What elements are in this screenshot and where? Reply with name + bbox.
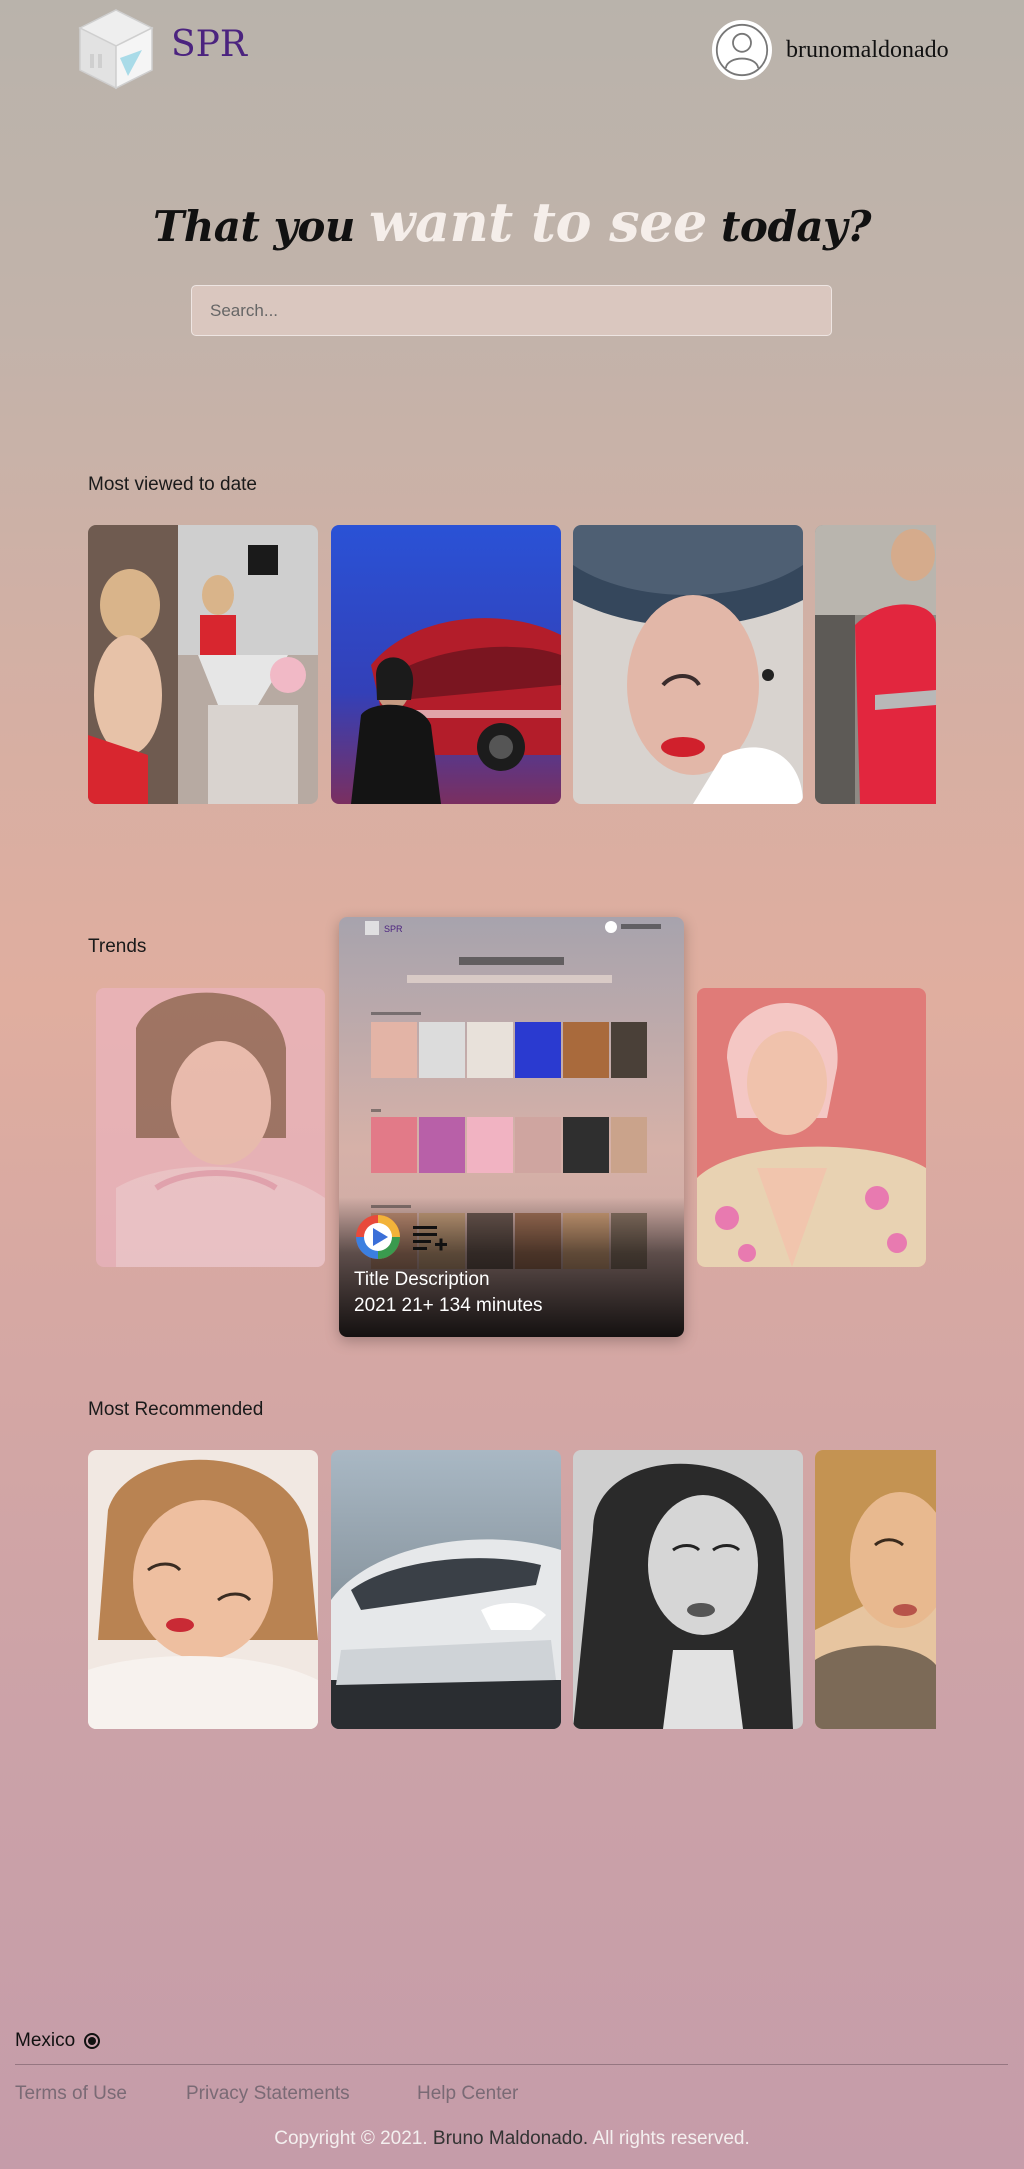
search-input[interactable] (191, 285, 832, 336)
poster-card[interactable] (573, 525, 803, 804)
poster-card[interactable] (697, 988, 926, 1267)
hero-title-start: That you (152, 202, 355, 251)
add-to-list-icon[interactable] (411, 1221, 449, 1255)
country-selector[interactable]: Mexico (15, 2030, 101, 2052)
cube-logo-icon[interactable] (76, 6, 156, 92)
poster-card[interactable] (331, 1450, 561, 1729)
user-avatar-icon[interactable] (712, 20, 772, 80)
preview-meta: 2021 21+ 134 minutes (354, 1295, 543, 1316)
country-label[interactable]: Mexico (15, 2030, 75, 2052)
privacy-link[interactable]: Privacy Statements (186, 2083, 350, 2105)
section-title-most-viewed: Most viewed to date (88, 474, 257, 495)
poster-card[interactable] (96, 988, 325, 1267)
copyright-owner: Bruno Maldonado. (432, 2128, 589, 2149)
copyright: Copyright © 2021. Bruno Maldonado. All r… (0, 2128, 1024, 2150)
svg-text:SPR: SPR (384, 924, 403, 934)
footer-divider (15, 2064, 1008, 2065)
username[interactable]: brunomaldonado (786, 37, 949, 64)
copyright-suffix: All rights reserved. (592, 2128, 750, 2149)
preview-title: Title Description (354, 1269, 490, 1290)
terms-link[interactable]: Terms of Use (15, 2083, 127, 2105)
poster-card[interactable] (331, 525, 561, 804)
brand-name[interactable]: SPR (171, 24, 247, 65)
profile[interactable]: brunomaldonado (712, 20, 949, 80)
poster-card[interactable] (815, 525, 936, 804)
section-title-trends: Trends (88, 936, 147, 957)
hero-title: That you want to see today? (0, 190, 1024, 254)
section-title-most-recommended: Most Recommended (88, 1399, 264, 1420)
hero-title-highlight: want to see (369, 190, 707, 254)
poster-card[interactable] (815, 1450, 936, 1729)
hero-title-end: today? (721, 202, 872, 251)
poster-card[interactable] (88, 1450, 318, 1729)
poster-card[interactable] (573, 1450, 803, 1729)
copyright-prefix: Copyright © 2021. (274, 2128, 428, 2149)
play-icon[interactable] (355, 1214, 401, 1260)
radio-selected-icon[interactable] (84, 2033, 101, 2049)
poster-card[interactable] (88, 525, 318, 804)
preview-card[interactable]: SPR Title Description 2021 21+ 134 minut… (339, 917, 684, 1337)
help-center-link[interactable]: Help Center (417, 2083, 518, 2105)
